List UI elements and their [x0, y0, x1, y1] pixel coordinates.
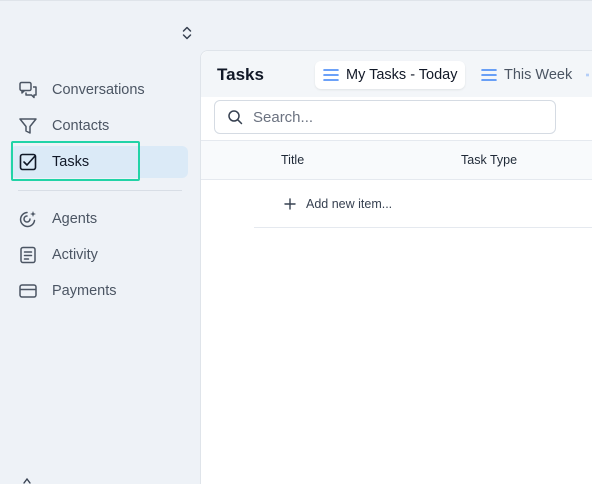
sidebar-item-label: Contacts: [52, 118, 110, 134]
search-icon: [228, 110, 243, 125]
main-panel: Tasks My Tasks - Today This Week Search.…: [200, 50, 592, 484]
tab-label: My Tasks - Today: [346, 67, 458, 83]
main-header: Tasks My Tasks - Today This Week: [201, 51, 592, 97]
sidebar-item-label: Agents: [52, 211, 98, 227]
activity-icon: [18, 245, 38, 265]
list-icon: [586, 73, 589, 77]
chevron-up-down-icon[interactable]: [180, 25, 194, 41]
column-header-task-type[interactable]: Task Type: [461, 153, 517, 167]
agents-icon: [18, 209, 38, 229]
sidebar-item-activity[interactable]: Activity: [10, 239, 188, 271]
column-header-title[interactable]: Title: [281, 153, 304, 167]
table-header: Title Task Type: [201, 140, 592, 180]
sidebar-item-label: Payments: [52, 283, 117, 299]
top-bar: [0, 0, 592, 50]
plus-icon: [284, 197, 296, 210]
sidebar-item-payments[interactable]: Payments: [10, 275, 188, 307]
list-icon: [481, 69, 497, 81]
focus-ring: [11, 141, 140, 181]
add-new-item-row[interactable]: Add new item...: [254, 180, 592, 228]
tab-label: This Week: [504, 67, 573, 83]
sidebar-divider: [18, 190, 182, 191]
tab-overflow[interactable]: [586, 61, 592, 89]
tab-this-week[interactable]: This Week: [481, 61, 572, 89]
sidebar-item-agents[interactable]: Agents: [10, 203, 188, 235]
add-new-item-label: Add new item...: [306, 196, 393, 211]
sidebar-item-label: Conversations: [52, 82, 145, 98]
page-title: Tasks: [217, 65, 264, 84]
chevron-up-icon[interactable]: [22, 476, 32, 484]
conversations-icon: [18, 80, 38, 100]
sidebar-item-label: Activity: [52, 247, 98, 263]
sidebar-item-contacts[interactable]: Contacts: [10, 110, 188, 142]
list-icon: [323, 69, 339, 81]
search-input[interactable]: [253, 108, 533, 126]
tab-my-tasks-today[interactable]: My Tasks - Today: [315, 61, 466, 89]
credit-card-icon: [18, 281, 38, 301]
sidebar-item-conversations[interactable]: Conversations: [10, 74, 188, 106]
sidebar: Conversations Contacts Tasks Agents Acti…: [0, 50, 200, 484]
search-box: [214, 100, 556, 134]
filter-icon: [18, 116, 38, 136]
